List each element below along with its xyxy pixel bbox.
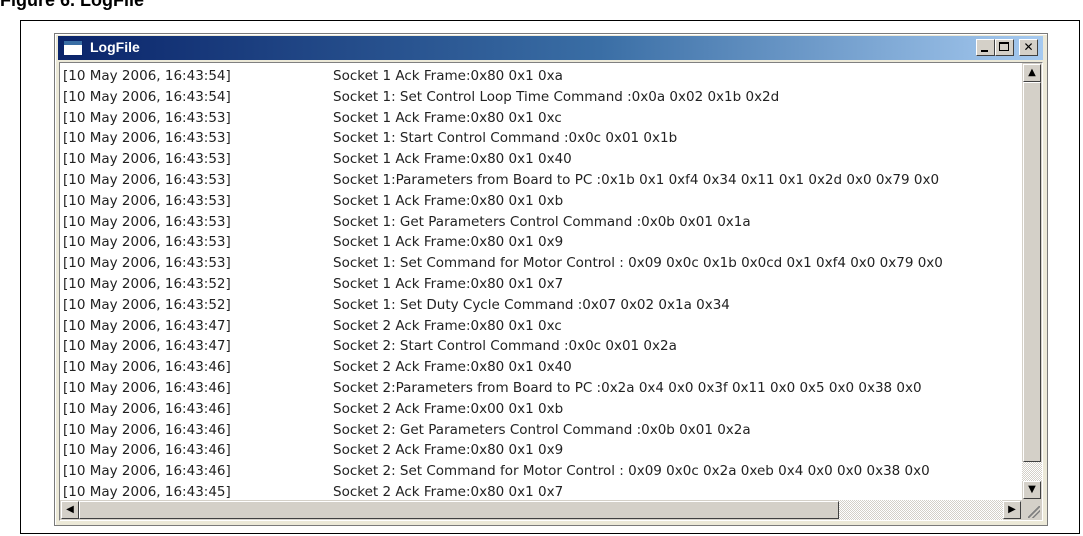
horizontal-scroll-thumb[interactable]	[79, 501, 839, 519]
vertical-scroll-track[interactable]	[1022, 462, 1042, 481]
horizontal-scroll-track[interactable]	[839, 500, 1003, 520]
log-timestamp: [10 May 2006, 16:43:47]	[63, 338, 231, 355]
horizontal-scrollbar[interactable]: ◀ ▶	[60, 500, 1022, 520]
log-message: Socket 2: Set Command for Motor Control …	[333, 463, 930, 480]
scroll-right-button[interactable]: ▶	[1003, 501, 1021, 519]
log-timestamp: [10 May 2006, 16:43:45]	[63, 483, 231, 500]
left-arrow-icon: ◀	[66, 504, 74, 515]
down-arrow-icon: ▼	[1028, 484, 1036, 495]
log-row[interactable]: [10 May 2006, 16:43:53] Socket 1: Set Com…	[61, 253, 1019, 274]
log-timestamp: [10 May 2006, 16:43:46]	[63, 359, 231, 376]
log-timestamp: [10 May 2006, 16:43:53]	[63, 130, 231, 147]
log-timestamp: [10 May 2006, 16:43:54]	[63, 68, 231, 84]
log-row[interactable]: [10 May 2006, 16:43:52] Socket 1: Set Dut…	[61, 295, 1019, 316]
maximize-icon	[999, 42, 1009, 51]
log-row[interactable]: [10 May 2006, 16:43:53] Socket 1 Ack Fram…	[61, 191, 1019, 212]
log-message: Socket 2: Get Parameters Control Command…	[333, 421, 751, 438]
log-timestamp: [10 May 2006, 16:43:46]	[63, 463, 231, 480]
log-row[interactable]: [10 May 2006, 16:43:46] Socket 2:Paramete…	[61, 378, 1019, 399]
log-message: Socket 1: Set Control Loop Time Command …	[333, 88, 780, 105]
minimize-icon	[981, 50, 988, 52]
title-bar[interactable]: LogFile ✕	[58, 36, 1043, 60]
log-row[interactable]: [10 May 2006, 16:43:54] Socket 1 Ack Fram…	[61, 66, 1019, 87]
window-title: LogFile	[90, 39, 140, 55]
log-timestamp: [10 May 2006, 16:43:53]	[63, 192, 231, 209]
log-row[interactable]: [10 May 2006, 16:43:47] Socket 2 Ack Fram…	[61, 316, 1019, 337]
log-row[interactable]: [10 May 2006, 16:43:46] Socket 2 Ack Fram…	[61, 399, 1019, 420]
close-icon: ✕	[1023, 40, 1034, 54]
log-message: Socket 2 Ack Frame:0x80 0x1 0x9	[333, 442, 564, 459]
log-timestamp: [10 May 2006, 16:43:46]	[63, 379, 231, 396]
log-message: Socket 1: Set Duty Cycle Command :0x07 0…	[333, 296, 730, 313]
log-message: Socket 1 Ack Frame:0x80 0x1 0x9	[333, 234, 564, 251]
log-row[interactable]: [10 May 2006, 16:43:47] Socket 2: Start C…	[61, 336, 1019, 357]
log-timestamp: [10 May 2006, 16:43:53]	[63, 234, 231, 251]
log-row[interactable]: [10 May 2006, 16:43:53] Socket 1:Paramete…	[61, 170, 1019, 191]
figure-caption: Figure 6. LogFile	[0, 0, 145, 10]
log-timestamp: [10 May 2006, 16:43:53]	[63, 255, 231, 272]
minimize-button[interactable]	[976, 39, 995, 56]
log-timestamp: [10 May 2006, 16:43:54]	[63, 88, 231, 105]
log-message: Socket 2 Ack Frame:0x80 0x1 0xc	[333, 317, 562, 334]
log-row[interactable]: [10 May 2006, 16:43:53] Socket 1 Ack Fram…	[61, 149, 1019, 170]
app-window-icon	[63, 40, 83, 56]
log-timestamp: [10 May 2006, 16:43:46]	[63, 421, 231, 438]
log-message: Socket 1 Ack Frame:0x80 0x1 0x40	[333, 151, 572, 168]
vertical-scrollbar[interactable]: ▲ ▼	[1022, 63, 1042, 500]
log-message: Socket 1 Ack Frame:0x80 0x1 0xc	[333, 109, 562, 126]
log-timestamp: [10 May 2006, 16:43:53]	[63, 109, 231, 126]
log-row[interactable]: [10 May 2006, 16:43:46] Socket 2 Ack Fram…	[61, 440, 1019, 461]
log-message: Socket 1: Get Parameters Control Command…	[333, 213, 751, 230]
log-timestamp: [10 May 2006, 16:43:46]	[63, 442, 231, 459]
log-message: Socket 2:Parameters from Board to PC :0x…	[333, 379, 922, 396]
up-arrow-icon: ▲	[1028, 67, 1036, 78]
log-message: Socket 1: Set Command for Motor Control …	[333, 255, 943, 272]
log-message: Socket 1: Start Control Command :0x0c 0x…	[333, 130, 678, 147]
log-row[interactable]: [10 May 2006, 16:43:53] Socket 1 Ack Fram…	[61, 232, 1019, 253]
scroll-up-button[interactable]: ▲	[1023, 64, 1041, 82]
log-row[interactable]: [10 May 2006, 16:43:46] Socket 2 Ack Fram…	[61, 357, 1019, 378]
log-message: Socket 1:Parameters from Board to PC :0x…	[333, 171, 940, 188]
log-timestamp: [10 May 2006, 16:43:52]	[63, 296, 231, 313]
log-row[interactable]: [10 May 2006, 16:43:54] Socket 1: Set Con…	[61, 87, 1019, 108]
right-arrow-icon: ▶	[1008, 504, 1016, 515]
log-row[interactable]: [10 May 2006, 16:43:46] Socket 2: Get Par…	[61, 420, 1019, 441]
log-timestamp: [10 May 2006, 16:43:53]	[63, 213, 231, 230]
log-message: Socket 1 Ack Frame:0x80 0x1 0xb	[333, 192, 564, 209]
log-message: Socket 1 Ack Frame:0x80 0x1 0x7	[333, 275, 564, 292]
log-timestamp: [10 May 2006, 16:43:53]	[63, 171, 231, 188]
log-row[interactable]: [10 May 2006, 16:43:53] Socket 1: Start C…	[61, 128, 1019, 149]
log-message: Socket 2 Ack Frame:0x80 0x1 0x40	[333, 359, 572, 376]
vertical-scroll-thumb[interactable]	[1023, 82, 1041, 462]
log-timestamp: [10 May 2006, 16:43:52]	[63, 275, 231, 292]
log-message: Socket 2 Ack Frame:0x80 0x1 0x7	[333, 483, 564, 500]
log-timestamp: [10 May 2006, 16:43:53]	[63, 151, 231, 168]
maximize-button[interactable]	[995, 39, 1014, 56]
log-timestamp: [10 May 2006, 16:43:47]	[63, 317, 231, 334]
log-timestamp: [10 May 2006, 16:43:46]	[63, 400, 231, 417]
log-message: Socket 2: Start Control Command :0x0c 0x…	[333, 338, 677, 355]
log-rows: [10 May 2006, 16:43:54] Socket 1 Ack Fram…	[61, 66, 1019, 500]
log-row[interactable]: [10 May 2006, 16:43:53] Socket 1: Get Par…	[61, 212, 1019, 233]
close-button[interactable]: ✕	[1019, 39, 1038, 56]
resize-grip-icon[interactable]	[1022, 500, 1042, 520]
log-row[interactable]: [10 May 2006, 16:43:53] Socket 1 Ack Fram…	[61, 108, 1019, 129]
log-row[interactable]: [10 May 2006, 16:43:46] Socket 2: Set Com…	[61, 461, 1019, 482]
log-row[interactable]: [10 May 2006, 16:43:52] Socket 1 Ack Fram…	[61, 274, 1019, 295]
logfile-window: LogFile ✕ [10 May 2006, 16:43:54] Socket …	[54, 33, 1048, 526]
scroll-left-button[interactable]: ◀	[61, 501, 79, 519]
log-list[interactable]: [10 May 2006, 16:43:54] Socket 1 Ack Fram…	[59, 62, 1043, 521]
log-row[interactable]: [10 May 2006, 16:43:45] Socket 2 Ack Fram…	[61, 482, 1019, 500]
log-message: Socket 1 Ack Frame:0x80 0x1 0xa	[333, 68, 563, 84]
scroll-down-button[interactable]: ▼	[1023, 481, 1041, 499]
log-message: Socket 2 Ack Frame:0x00 0x1 0xb	[333, 400, 564, 417]
